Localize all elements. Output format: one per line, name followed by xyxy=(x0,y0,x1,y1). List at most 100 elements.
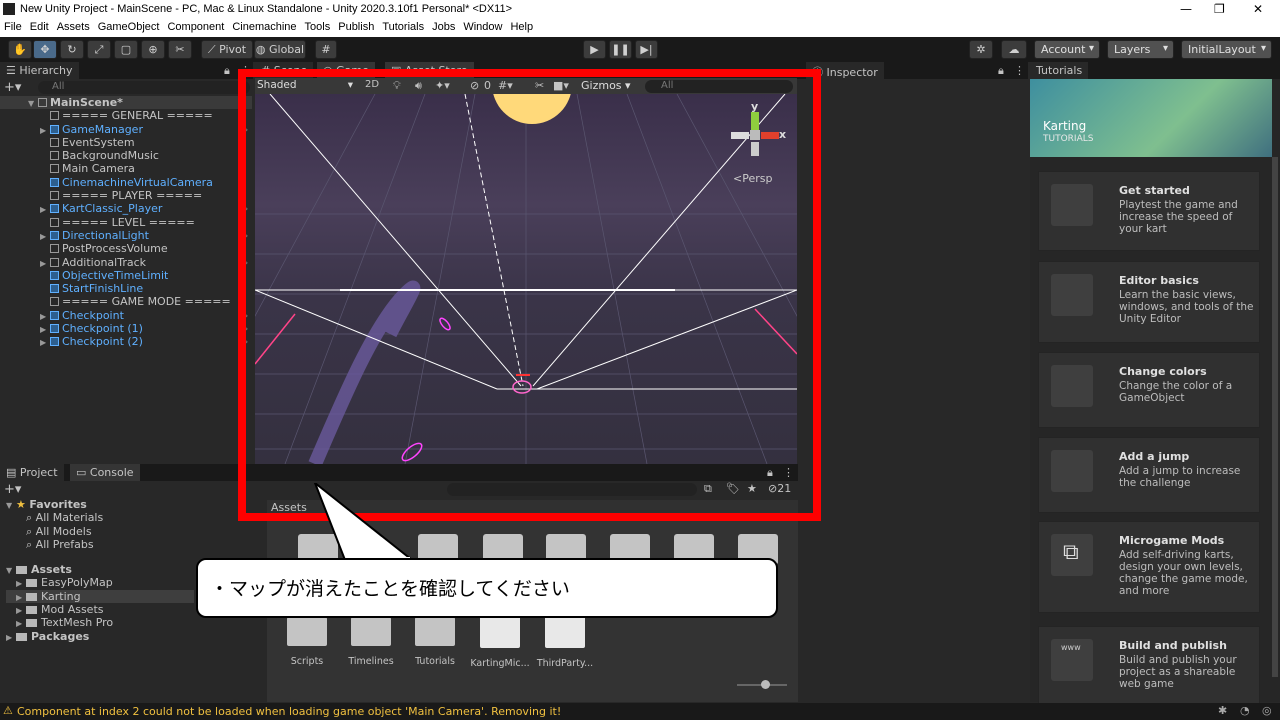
grid-icon[interactable]: #▾ xyxy=(498,79,513,92)
hierarchy-item[interactable]: Main Camera xyxy=(26,162,252,175)
expand-arrow-icon[interactable]: ▶ xyxy=(40,124,50,137)
hierarchy-item[interactable]: ▶ GameManager › xyxy=(26,123,252,136)
expand-arrow-icon[interactable]: ▶ xyxy=(40,230,50,243)
scene-root[interactable]: ▼ MainScene* xyxy=(0,96,252,110)
hierarchy-item[interactable]: ===== GAME MODE ===== xyxy=(26,295,252,308)
progress-icon[interactable]: ◔ xyxy=(1240,704,1250,717)
expand-arrow-icon[interactable]: ▶ xyxy=(16,617,26,630)
project-kebab-icon[interactable]: ⋮ xyxy=(783,466,794,479)
asset-item[interactable]: Scripts xyxy=(276,616,338,667)
favorites-node[interactable]: ▼ ★ Favorites xyxy=(6,498,194,511)
hierarchy-item[interactable]: ===== PLAYER ===== xyxy=(26,189,252,202)
rect-tool-icon[interactable]: ▢ xyxy=(114,40,138,59)
lighting-icon[interactable]: 💡︎ xyxy=(393,79,401,93)
rotate-tool-icon[interactable]: ↻ xyxy=(60,40,84,59)
tab-console[interactable]: ▭ Console xyxy=(70,464,140,481)
layers-dropdown[interactable]: Layers xyxy=(1107,40,1174,59)
tab-game[interactable]: ◎ Game xyxy=(317,62,375,79)
play-button[interactable]: ▶ xyxy=(583,40,606,59)
chevron-right-icon[interactable]: › xyxy=(244,322,248,335)
zoom-slider[interactable] xyxy=(737,680,787,689)
axis-neg-y-cone[interactable] xyxy=(751,142,759,156)
grid-snap-icon[interactable]: # xyxy=(315,40,337,59)
chevron-right-icon[interactable]: › xyxy=(244,335,248,348)
expand-arrow-icon[interactable]: ▼ xyxy=(6,499,16,512)
asset-item[interactable]: Tutorials xyxy=(404,616,466,667)
tutorial-card[interactable]: ⧉ Microgame Mods Add self-driving karts, d… xyxy=(1038,521,1260,613)
expand-arrow-icon[interactable]: ▶ xyxy=(40,310,50,323)
tutorials-scrollbar[interactable] xyxy=(1272,157,1278,677)
hierarchy-item[interactable]: ===== LEVEL ===== xyxy=(26,216,252,229)
shading-dropdown[interactable]: Shaded ▾ xyxy=(257,79,355,94)
hierarchy-search-input[interactable]: All xyxy=(38,81,250,94)
tab-inspector[interactable]: ⓘ Inspector xyxy=(806,62,884,79)
zoom-slider-thumb[interactable] xyxy=(761,680,770,689)
pivot-button[interactable]: ⟋ Pivot xyxy=(201,40,253,59)
camera-icon[interactable]: ■▾ xyxy=(553,79,569,92)
layout-dropdown[interactable]: InitialLayout xyxy=(1181,40,1272,59)
asset-folder-item[interactable]: ▶ TextMesh Pro xyxy=(6,616,194,629)
scene-viewport[interactable]: y x <Persp xyxy=(255,94,797,464)
scene-render[interactable] xyxy=(255,94,797,464)
add-icon[interactable]: +▾ xyxy=(4,80,21,95)
menu-item-jobs[interactable]: Jobs xyxy=(428,20,459,33)
close-icon[interactable]: ✕ xyxy=(1253,2,1263,16)
menu-item-tools[interactable]: Tools xyxy=(301,20,335,33)
hierarchy-item[interactable]: ▶ Checkpoint › xyxy=(26,309,252,322)
tab-hierarchy[interactable]: ☰ Hierarchy xyxy=(0,62,79,79)
menu-item-help[interactable]: Help xyxy=(506,20,537,33)
hierarchy-item[interactable]: ▶ Checkpoint (1) › xyxy=(26,322,252,335)
menu-item-cinemachine[interactable]: Cinemachine xyxy=(228,20,300,33)
inspector-kebab-icon[interactable]: ⋮ xyxy=(1014,64,1025,77)
expand-arrow-icon[interactable]: ▶ xyxy=(40,203,50,216)
assets-node[interactable]: ▼ Assets xyxy=(6,563,194,576)
project-add-icon[interactable]: +▾ xyxy=(4,482,21,497)
expand-arrow-icon[interactable]: ▶ xyxy=(6,631,16,644)
favorite-item[interactable]: ⌕ All Materials xyxy=(6,511,194,524)
collab-icon[interactable]: ✲ xyxy=(969,40,993,59)
menu-item-edit[interactable]: Edit xyxy=(26,20,53,33)
chevron-right-icon[interactable]: › xyxy=(244,123,248,136)
cloud-icon[interactable]: ☁ xyxy=(1001,40,1027,59)
step-button[interactable]: ▶| xyxy=(635,40,658,59)
menu-item-assets[interactable]: Assets xyxy=(53,20,94,33)
tab-scene[interactable]: # Scene xyxy=(255,62,314,79)
expand-arrow-icon[interactable]: ▶ xyxy=(40,336,50,349)
custom-tool-icon[interactable]: ✂ xyxy=(168,40,192,59)
favorite-star-icon[interactable]: ★ xyxy=(747,482,757,495)
scene-search-input[interactable]: All xyxy=(645,80,793,93)
expand-arrow-icon[interactable]: ▶ xyxy=(40,323,50,336)
pause-button[interactable]: ❚❚ xyxy=(609,40,632,59)
axis-x-cone[interactable] xyxy=(761,132,779,139)
transform-tool-icon[interactable]: ⊕ xyxy=(141,40,165,59)
asset-folder-item[interactable]: ▶ EasyPolyMap xyxy=(6,576,194,589)
asset-item[interactable]: ThirdParty... xyxy=(534,612,596,669)
axis-y-cone[interactable] xyxy=(751,112,759,130)
packages-node[interactable]: ▶ Packages xyxy=(6,630,194,643)
favorite-item[interactable]: ⌕ All Models xyxy=(6,525,194,538)
asset-item[interactable]: Timelines xyxy=(340,616,402,667)
menu-item-tutorials[interactable]: Tutorials xyxy=(378,20,428,33)
audio-icon[interactable]: 🔊︎ xyxy=(415,79,422,93)
status-message[interactable]: Component at index 2 could not be loaded… xyxy=(17,705,561,718)
filter-label-icon[interactable]: 🏷︎ xyxy=(726,482,740,495)
tab-project[interactable]: ▤ Project xyxy=(0,464,64,481)
hierarchy-item[interactable]: StartFinishLine xyxy=(26,282,252,295)
menu-item-window[interactable]: Window xyxy=(459,20,506,33)
hierarchy-item[interactable]: ▶ DirectionalLight › xyxy=(26,229,252,242)
menu-item-publish[interactable]: Publish xyxy=(334,20,378,33)
gizmos-dropdown[interactable]: Gizmos ▾ xyxy=(581,79,637,92)
chevron-right-icon[interactable]: › xyxy=(244,309,248,322)
chevron-right-icon[interactable]: › xyxy=(244,202,248,215)
asset-folder-item[interactable]: ▶ Karting xyxy=(6,589,194,604)
favorite-item[interactable]: ⌕ All Prefabs xyxy=(6,538,194,551)
expand-arrow-icon[interactable]: ▼ xyxy=(6,564,16,577)
project-lock-icon[interactable]: 🔒︎ xyxy=(767,466,773,480)
expand-arrow-icon[interactable]: ▼ xyxy=(28,97,38,110)
gizmo-center-cube[interactable] xyxy=(750,130,760,140)
inspector-lock-icon[interactable]: 🔒︎ xyxy=(998,64,1004,78)
tools-icon[interactable]: ✂ xyxy=(535,79,544,92)
auto-generate-icon[interactable]: ◎ xyxy=(1262,704,1272,717)
menu-item-file[interactable]: File xyxy=(0,20,26,33)
hierarchy-item[interactable]: ▶ KartClassic_Player › xyxy=(26,202,252,215)
